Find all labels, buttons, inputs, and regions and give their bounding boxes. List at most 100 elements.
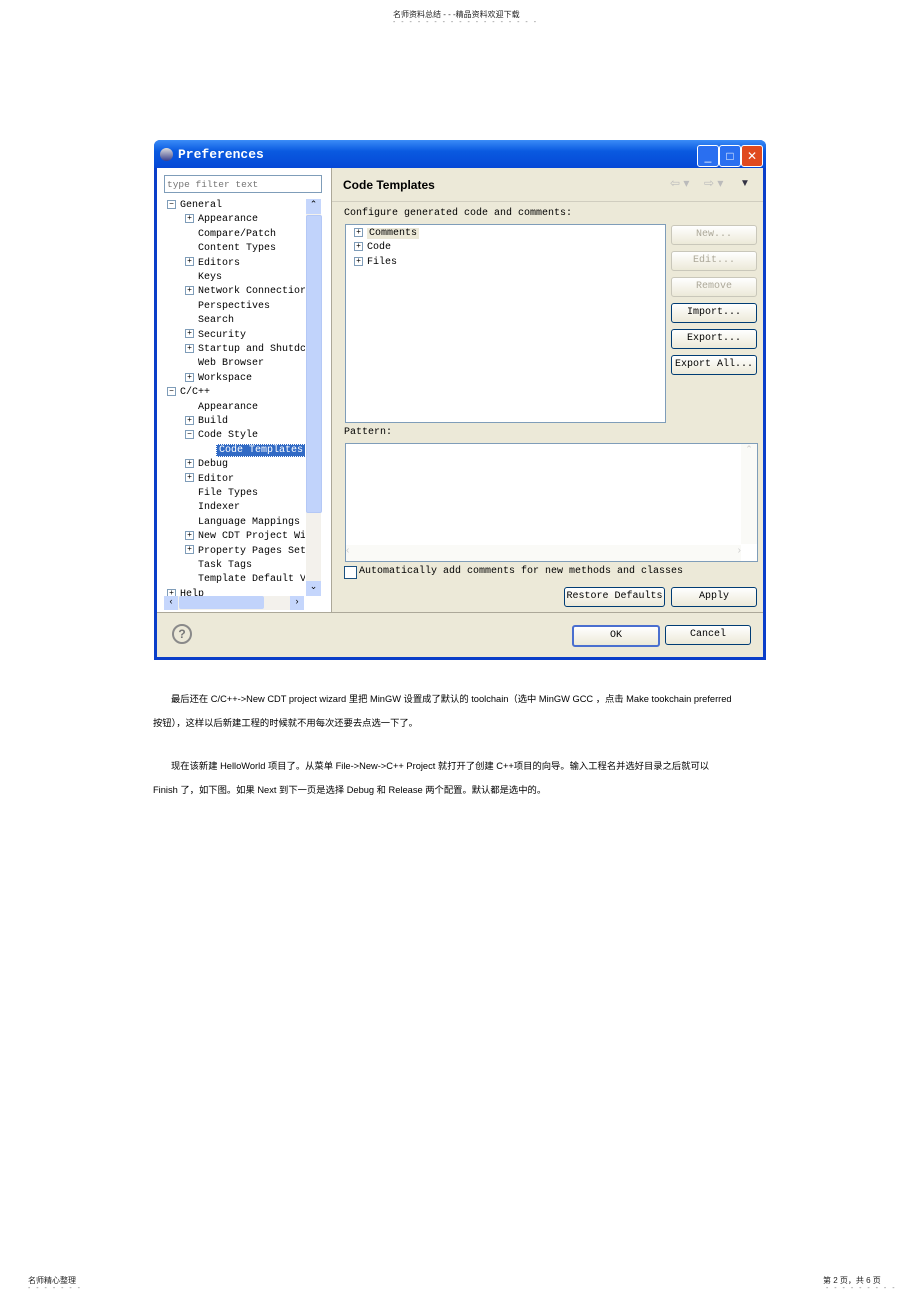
new-button[interactable]: New... <box>671 225 757 245</box>
pattern-textarea[interactable]: ⌃ ‹ › <box>345 443 758 562</box>
dialog-body: −General+AppearanceCompare/PatchContent … <box>157 168 763 657</box>
filter-input[interactable] <box>164 175 322 193</box>
tree-item[interactable]: Task Tags <box>185 559 252 573</box>
preference-tree: − General + Appearance Compare/Patch Content … <box>157 199 305 596</box>
help-icon[interactable]: ? <box>172 624 192 644</box>
cancel-button[interactable]: Cancel <box>665 625 751 645</box>
scroll-right-icon[interactable]: › <box>290 596 304 610</box>
tree-item-label: Code Templates <box>216 443 305 457</box>
expand-icon[interactable]: + <box>185 257 194 267</box>
paragraph-2-line-1: 现在该新建 HelloWorld 项目了。从菜单 File->New->C++ … <box>171 761 710 771</box>
paragraph-2-line-2: Finish 了，如下图。如果 Next 到下一页是选择 Debug 和 Rel… <box>153 785 547 795</box>
header-dots: - - - - - - - - - - - - - - - - - - <box>393 19 539 26</box>
tree-item[interactable]: Code Templates <box>203 443 305 458</box>
back-icon[interactable]: ⇦ ▾ <box>670 176 689 190</box>
expand-icon[interactable]: + <box>354 227 363 237</box>
import-button[interactable]: Import... <box>671 303 757 323</box>
expand-icon[interactable]: + <box>185 343 194 353</box>
tree-item[interactable]: + Editors <box>185 257 240 271</box>
export-button[interactable]: Export... <box>671 329 757 349</box>
page-title: Code Templates <box>343 178 435 192</box>
auto-comments-label[interactable]: Automatically add comments for new metho… <box>359 566 683 577</box>
scroll-up-icon[interactable]: ⌃ <box>306 199 321 214</box>
expand-icon[interactable]: + <box>354 242 363 252</box>
expand-icon[interactable]: + <box>185 329 194 339</box>
tree-item-label: Network Connectior <box>198 286 305 298</box>
collapse-icon[interactable]: − <box>167 199 176 209</box>
maximize-button[interactable]: □ <box>719 145 741 167</box>
tree-item[interactable]: − General <box>167 199 222 213</box>
minimize-button[interactable]: _ <box>697 145 719 167</box>
auto-comments-checkbox[interactable] <box>344 566 357 579</box>
pattern-hscrollbar[interactable]: ‹ › <box>346 545 741 561</box>
tree-item[interactable]: + Workspace <box>185 372 252 386</box>
scroll-thumb[interactable] <box>306 215 322 513</box>
tree-item-label: Content Types <box>198 243 277 255</box>
tree-item[interactable]: + Security <box>185 329 246 343</box>
tree-vertical-scrollbar[interactable]: ⌃ ⌄ <box>306 199 322 596</box>
scroll-left-icon[interactable]: ‹ <box>164 596 178 610</box>
forward-icon[interactable]: ⇨ ▾ <box>704 176 723 190</box>
export-all-button[interactable]: Export All... <box>671 355 757 375</box>
tree-item-label: Editors <box>198 257 241 269</box>
tree-item[interactable]: Content Types <box>185 242 276 256</box>
expand-icon[interactable]: + <box>185 372 194 382</box>
tree-item[interactable]: + Network Connectior <box>185 285 305 299</box>
expand-icon[interactable]: + <box>185 531 194 541</box>
template-tree-item[interactable]: + Code <box>354 241 391 255</box>
collapse-icon[interactable]: − <box>185 430 194 440</box>
tree-item[interactable]: + Help <box>167 588 204 596</box>
tree-item[interactable]: Web Browser <box>185 357 264 371</box>
view-menu-icon[interactable]: ▼ <box>740 178 750 189</box>
restore-defaults-button[interactable]: Restore Defaults <box>564 587 665 607</box>
tree-item[interactable]: + Debug <box>185 458 228 472</box>
tree-horizontal-scrollbar[interactable]: ‹ › <box>164 596 304 610</box>
expand-icon[interactable]: + <box>167 588 176 596</box>
tree-item[interactable]: + New CDT Project Wi <box>185 530 305 544</box>
collapse-icon[interactable]: − <box>167 387 176 397</box>
tree-item[interactable]: File Types <box>185 487 258 501</box>
tree-item[interactable]: Language Mappings <box>185 516 300 530</box>
expand-icon[interactable]: + <box>185 473 194 483</box>
tree-item-label: Language Mappings <box>198 516 301 528</box>
expand-icon[interactable]: + <box>185 459 194 469</box>
tree-item[interactable]: + Editor <box>185 473 234 487</box>
pattern-label: Pattern: <box>344 427 393 438</box>
tree-item[interactable]: Perspectives <box>185 300 270 314</box>
tree-item[interactable]: Indexer <box>185 501 240 515</box>
expand-icon[interactable]: + <box>185 286 194 296</box>
hscroll-thumb[interactable] <box>179 596 264 609</box>
apply-button[interactable]: Apply <box>671 587 757 607</box>
expand-icon[interactable]: + <box>185 415 194 425</box>
scroll-down-icon[interactable]: ⌄ <box>306 581 321 596</box>
tree-item[interactable]: − C/C++ <box>167 386 210 400</box>
tree-item-label: Editor <box>198 473 235 485</box>
tree-item-label: Template Default V <box>198 574 305 586</box>
tree-item[interactable]: + Build <box>185 415 228 429</box>
template-tree[interactable]: + Comments + Code + Files <box>345 224 666 423</box>
expand-icon[interactable]: + <box>185 545 194 555</box>
edit-button[interactable]: Edit... <box>671 251 757 271</box>
template-tree-label: Files <box>367 256 398 268</box>
template-tree-item[interactable]: + Comments <box>354 227 420 241</box>
tree-item[interactable]: Keys <box>185 271 222 285</box>
tree-item[interactable]: + Appearance <box>185 213 258 227</box>
paragraph-1-line-2: 按钮），这样以后新建工程的时候就不用每次还要去点选一下了。 <box>153 718 418 728</box>
tree-item-label: Property Pages Set <box>198 545 305 557</box>
tree-item[interactable]: − Code Style <box>185 429 258 443</box>
pattern-vscrollbar[interactable]: ⌃ <box>741 444 757 544</box>
expand-icon[interactable]: + <box>354 256 363 266</box>
tree-item[interactable]: + Property Pages Set <box>185 545 305 559</box>
tree-item[interactable]: + Startup and Shutdc <box>185 343 305 357</box>
remove-button[interactable]: Remove <box>671 277 757 297</box>
tree-item[interactable]: Compare/Patch <box>185 228 276 242</box>
title-bar[interactable]: Preferences _ □ ✕ <box>154 140 766 168</box>
expand-icon[interactable]: + <box>185 214 194 224</box>
close-button[interactable]: ✕ <box>741 145 763 167</box>
ok-button[interactable]: OK <box>572 625 660 647</box>
tree-item[interactable]: Appearance <box>185 401 258 415</box>
tree-item[interactable]: Search <box>185 314 234 328</box>
tree-item[interactable]: Template Default V <box>185 573 305 587</box>
preferences-dialog: Preferences _ □ ✕ −General+AppearanceCom… <box>154 140 766 660</box>
template-tree-item[interactable]: + Files <box>354 256 397 270</box>
